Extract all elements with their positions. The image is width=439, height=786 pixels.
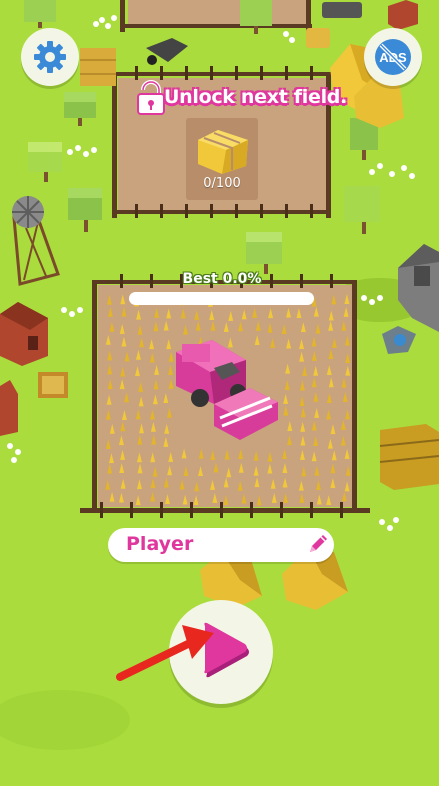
no-ads-icon: ADS xyxy=(375,39,411,75)
gear-icon xyxy=(34,41,66,73)
player-name-field[interactable]: Player xyxy=(108,528,334,562)
pencil-icon[interactable] xyxy=(304,532,330,558)
top-field xyxy=(120,0,312,32)
harvest-progress-bar xyxy=(129,292,314,305)
best-score-label: Best 0.0% xyxy=(182,271,262,287)
unlock-next-field-label: Unlock next field. xyxy=(138,80,347,114)
red-arrow-icon xyxy=(116,625,214,681)
settings-button[interactable] xyxy=(21,28,79,86)
no-ads-button[interactable]: ADS xyxy=(364,28,422,86)
unlock-title: Unlock next field. xyxy=(164,86,347,108)
unlock-progress-text: 0/100 xyxy=(203,176,241,191)
player-name: Player xyxy=(126,533,194,555)
